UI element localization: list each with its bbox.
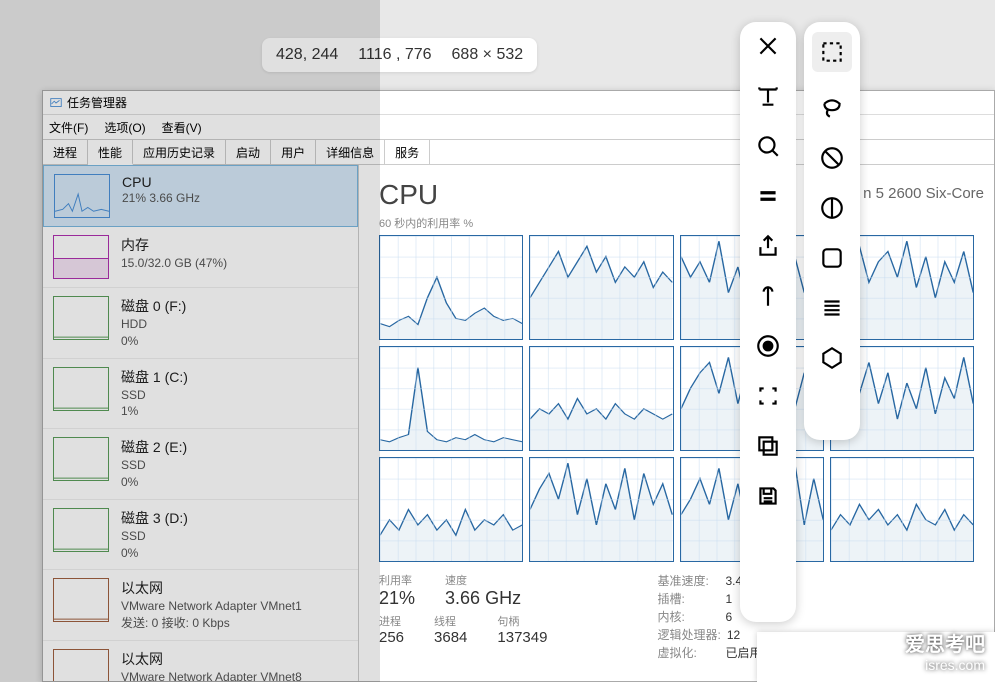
tab-startup[interactable]: 启动 xyxy=(226,140,271,164)
disk-graph-icon xyxy=(53,508,109,552)
cpu-core-chart[interactable] xyxy=(529,457,673,562)
sidebar-item-sub: SSD1% xyxy=(121,387,188,421)
sidebar-item-title: 磁盘 3 (D:) xyxy=(121,508,188,528)
handles-label: 句柄 xyxy=(497,613,547,629)
marquee-icon[interactable] xyxy=(812,32,852,72)
sidebar-item-title: CPU xyxy=(122,174,200,190)
screenshot-toolbar-right xyxy=(804,22,860,440)
sidebar-item-title: 磁盘 1 (C:) xyxy=(121,367,188,387)
lasso-icon[interactable] xyxy=(814,94,850,122)
menu-options[interactable]: 选项(O) xyxy=(104,119,145,136)
sidebar-item[interactable]: CPU21% 3.66 GHz xyxy=(43,165,358,227)
cpu-core-chart-grid xyxy=(379,235,974,562)
save-icon[interactable] xyxy=(750,482,786,510)
window-title: 任务管理器 xyxy=(67,94,127,111)
coordinate-badge: 428, 244 1116 , 776 688 × 532 xyxy=(262,38,537,72)
search-icon[interactable] xyxy=(750,132,786,160)
tab-details[interactable]: 详细信息 xyxy=(316,140,385,164)
coord-end: 1116 , 776 xyxy=(358,46,431,64)
contrast-icon[interactable] xyxy=(814,194,850,222)
coord-size: 688 × 532 xyxy=(452,46,524,64)
cpu-core-chart[interactable] xyxy=(529,346,673,451)
handles-value: 137349 xyxy=(497,629,547,646)
menu-view[interactable]: 查看(V) xyxy=(162,119,202,136)
tab-services[interactable]: 服务 xyxy=(385,140,430,164)
disk-graph-icon xyxy=(53,437,109,481)
sidebar-item[interactable]: 以太网VMware Network Adapter VMnet1发送: 0 接收… xyxy=(43,570,358,641)
share-icon[interactable] xyxy=(750,232,786,260)
cpu-model: n 5 2600 Six-Core xyxy=(863,185,984,202)
watermark-line2: isres.com xyxy=(905,657,985,674)
equal-icon[interactable] xyxy=(750,182,786,210)
tab-app-history[interactable]: 应用历史记录 xyxy=(133,140,226,164)
sidebar-item[interactable]: 磁盘 2 (E:)SSD0% xyxy=(43,429,358,500)
sidebar-item[interactable]: 磁盘 0 (F:)HDD0% xyxy=(43,288,358,359)
performance-main: CPU n 5 2600 Six-Core 60 秒内的利用率 % 利用率21%… xyxy=(359,165,994,681)
sidebar-item-sub: VMware Network Adapter VMnet1发送: 0 接收: 0… xyxy=(121,598,302,632)
speed-label: 速度 xyxy=(445,572,521,588)
square-icon[interactable] xyxy=(814,244,850,272)
lines-icon[interactable] xyxy=(814,294,850,322)
sidebar-item-title: 以太网 xyxy=(121,578,302,598)
hexagon-icon[interactable] xyxy=(814,344,850,372)
coord-origin: 428, 244 xyxy=(276,46,338,64)
sidebar-item-sub: 15.0/32.0 GB (47%) xyxy=(121,255,227,272)
threads-value: 3684 xyxy=(434,629,467,646)
net-graph-icon xyxy=(53,578,109,622)
tab-users[interactable]: 用户 xyxy=(271,140,316,164)
close-icon[interactable] xyxy=(750,32,786,60)
cpu-core-chart[interactable] xyxy=(379,235,523,340)
cpu-core-chart[interactable] xyxy=(529,235,673,340)
sidebar-item-title: 内存 xyxy=(121,235,227,255)
mem-graph-icon xyxy=(53,235,109,279)
sidebar-item-sub: VMware Network Adapter VMnet8 xyxy=(121,669,302,681)
sidebar-item[interactable]: 以太网VMware Network Adapter VMnet8 xyxy=(43,641,358,681)
speed-value: 3.66 GHz xyxy=(445,588,521,609)
performance-sidebar[interactable]: CPU21% 3.66 GHz内存15.0/32.0 GB (47%)磁盘 0 … xyxy=(43,165,359,681)
cpu-graph-icon xyxy=(54,174,110,218)
screenshot-toolbar-left xyxy=(740,22,796,622)
cpu-core-chart[interactable] xyxy=(379,346,523,451)
cancel-circle-icon[interactable] xyxy=(814,144,850,172)
procs-value: 256 xyxy=(379,629,404,646)
app-icon xyxy=(49,96,63,110)
procs-label: 进程 xyxy=(379,613,404,629)
tab-processes[interactable]: 进程 xyxy=(43,140,88,164)
threads-label: 线程 xyxy=(434,613,467,629)
sidebar-item-sub: SSD0% xyxy=(121,457,187,491)
cpu-core-chart[interactable] xyxy=(379,457,523,562)
sidebar-item[interactable]: 内存15.0/32.0 GB (47%) xyxy=(43,227,358,288)
copy-icon[interactable] xyxy=(750,432,786,460)
sidebar-item-sub: SSD0% xyxy=(121,528,188,562)
record-icon[interactable] xyxy=(750,332,786,360)
fullscreen-icon[interactable] xyxy=(750,382,786,410)
net-graph-icon xyxy=(53,649,109,681)
chart-axis-label: 60 秒内的利用率 % xyxy=(379,215,974,231)
watermark-line1: 爱思考吧 xyxy=(905,633,985,657)
tab-performance[interactable]: 性能 xyxy=(88,140,133,165)
sidebar-item-title: 磁盘 2 (E:) xyxy=(121,437,187,457)
sidebar-item[interactable]: 磁盘 3 (D:)SSD0% xyxy=(43,500,358,571)
sidebar-item[interactable]: 磁盘 1 (C:)SSD1% xyxy=(43,359,358,430)
cpu-core-chart[interactable] xyxy=(830,457,974,562)
sidebar-item-title: 磁盘 0 (F:) xyxy=(121,296,186,316)
util-label: 利用率 xyxy=(379,572,415,588)
disk-graph-icon xyxy=(53,367,109,411)
sidebar-item-sub: HDD0% xyxy=(121,316,186,350)
sidebar-item-title: 以太网 xyxy=(121,649,302,669)
pin-icon[interactable] xyxy=(750,282,786,310)
watermark: 爱思考吧 isres.com xyxy=(905,633,985,674)
text-box-icon[interactable] xyxy=(750,82,786,110)
sidebar-item-sub: 21% 3.66 GHz xyxy=(122,190,200,207)
menu-file[interactable]: 文件(F) xyxy=(49,119,88,136)
disk-graph-icon xyxy=(53,296,109,340)
util-value: 21% xyxy=(379,588,415,609)
